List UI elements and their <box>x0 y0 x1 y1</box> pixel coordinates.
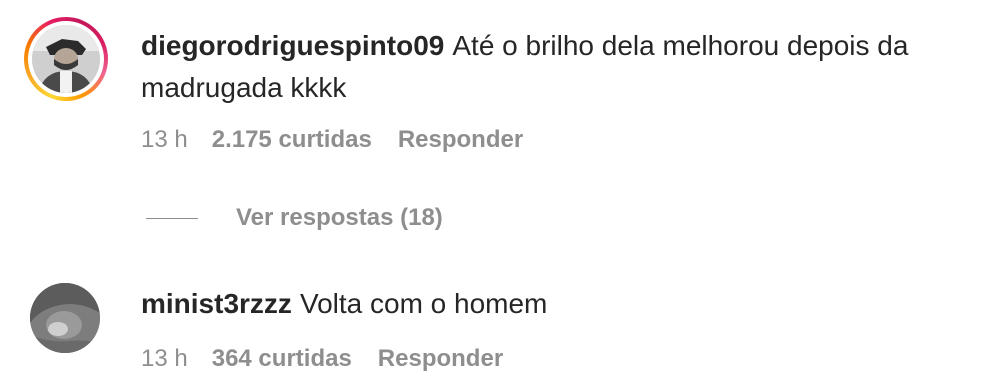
comment-likes-count[interactable]: 2.175 curtidas <box>212 124 372 156</box>
comment-body: Até o brilho dela melhorou depois da <box>452 30 909 61</box>
comment-item: diegorodriguespinto09 Até o brilho dela m… <box>0 0 984 231</box>
avatar[interactable] <box>32 25 100 93</box>
avatar-photo-icon <box>32 25 100 93</box>
comment-item: minist3rzzz Volta com o homem 13 h 364 cur… <box>0 270 984 387</box>
comment-meta: 13 h 2.175 curtidas Responder <box>141 124 523 156</box>
reply-button[interactable]: Responder <box>398 124 523 156</box>
replies-divider <box>146 217 198 219</box>
comment-meta: 13 h 364 curtidas Responder <box>141 343 503 375</box>
comment-username[interactable]: diegorodriguespinto09 <box>141 30 444 61</box>
reply-button[interactable]: Responder <box>378 343 503 375</box>
avatar[interactable] <box>30 283 100 353</box>
comment-body: Volta com o homem <box>299 288 548 319</box>
view-replies-label: Ver respostas (18) <box>236 204 443 231</box>
comment-username[interactable]: minist3rzzz <box>141 288 292 319</box>
avatar-story-ring[interactable] <box>24 17 108 101</box>
comment-timestamp: 13 h <box>141 126 188 153</box>
avatar-photo-icon <box>30 283 100 353</box>
view-replies-button[interactable]: Ver respostas (18) <box>146 198 443 238</box>
comment-text-line-2: madrugada kkkk <box>141 72 347 103</box>
comment-text-line: minist3rzzz Volta com o homem <box>141 280 547 328</box>
comment-text-line: diegorodriguespinto09 Até o brilho dela m… <box>141 22 908 70</box>
comment-likes-count[interactable]: 364 curtidas <box>212 343 352 375</box>
comment-timestamp: 13 h <box>141 345 188 372</box>
